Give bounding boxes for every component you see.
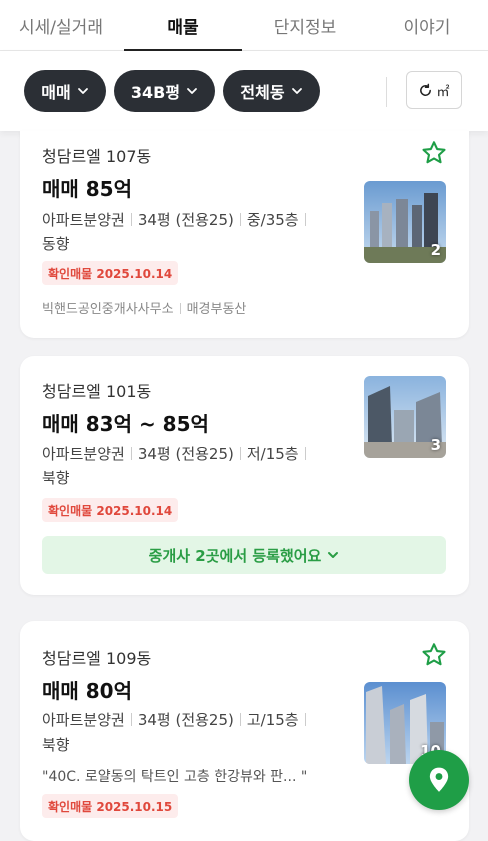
listing-photo[interactable]: 2 <box>364 181 446 263</box>
separator <box>239 713 241 726</box>
agent-list: 빅핸드공인중개사사무소 매경부동산 <box>42 298 246 317</box>
separator <box>239 447 241 460</box>
verified-badge: 확인매물 2025.10.14 <box>42 498 179 522</box>
listing-info: 아파트분양권 34평 (전용25) 중/35층 <box>42 207 312 233</box>
separator <box>130 713 132 726</box>
listing-type: 아파트분양권 <box>42 711 125 729</box>
separator <box>130 447 132 460</box>
trade-type-label: 매매 <box>41 83 71 102</box>
listing-type: 아파트분양권 <box>42 211 125 229</box>
listing-info: 아파트분양권 34평 (전용25) 고/15층 <box>42 707 312 733</box>
listing-price: 매매 85억 <box>42 177 132 201</box>
listing-name: 청담르엘 109동 <box>42 649 152 668</box>
listing-floor: 고/15층 <box>246 711 299 729</box>
listing-description: "40C. 로얄동의 탁트인 고층 한강뷰와 판... " <box>42 769 308 785</box>
separator <box>179 303 181 314</box>
size-filter[interactable]: 34B평 <box>114 70 215 112</box>
listing-direction: 동향 <box>42 235 70 253</box>
trade-type-filter[interactable]: 매매 <box>24 70 106 112</box>
chevron-down-icon <box>291 88 302 94</box>
agents-summary: 중개사 2곳에서 등록했어요 <box>148 546 322 565</box>
separator <box>304 713 306 726</box>
filter-divider <box>386 77 387 107</box>
filter-bar: 매매 34B평 전체동 ㎡ <box>0 51 488 131</box>
separator <box>304 447 306 460</box>
listing-direction: 북향 <box>42 736 70 754</box>
listing-size: 34평 (전용25) <box>137 211 234 229</box>
tab-price-history[interactable]: 시세/실거래 <box>0 0 122 50</box>
separator <box>304 213 306 226</box>
chevron-down-icon <box>187 88 197 94</box>
tab-complex-info[interactable]: 단지정보 <box>244 0 366 50</box>
listing-size: 34평 (전용25) <box>137 445 234 463</box>
listing-card[interactable]: 청담르엘 109동 매매 80억 아파트분양권 34평 (전용25) 고/15층 북… <box>20 621 469 841</box>
tab-label: 단지정보 <box>273 17 337 38</box>
listing-name: 청담르엘 107동 <box>42 147 152 166</box>
photo-count: 3 <box>430 436 441 454</box>
agents-expand-button[interactable]: 중개사 2곳에서 등록했어요 <box>42 536 446 574</box>
tab-label: 이야기 <box>403 17 451 38</box>
size-label: 34B평 <box>130 83 181 102</box>
separator <box>239 213 241 226</box>
listing-floor: 저/15층 <box>246 445 299 463</box>
verified-badge: 확인매물 2025.10.14 <box>42 261 179 285</box>
tab-label: 매물 <box>167 17 199 38</box>
listing-info: 아파트분양권 34평 (전용25) 저/15층 <box>42 441 312 467</box>
listing-size: 34평 (전용25) <box>137 711 234 729</box>
star-outline-icon[interactable] <box>420 139 448 167</box>
listing-direction: 북향 <box>42 469 70 487</box>
unit-toggle-button[interactable]: ㎡ <box>406 71 462 109</box>
separator <box>130 213 132 226</box>
listing-name: 청담르엘 101동 <box>42 382 152 401</box>
agent-name: 빅핸드공인중개사사무소 <box>42 302 174 317</box>
map-view-button[interactable] <box>409 750 469 810</box>
chevron-down-icon <box>77 88 88 94</box>
chevron-down-icon <box>328 552 339 558</box>
building-filter[interactable]: 전체동 <box>223 70 320 112</box>
tab-listings[interactable]: 매물 <box>122 0 244 51</box>
listing-price: 매매 83억 ~ 85억 <box>42 412 209 436</box>
verified-badge: 확인매물 2025.10.15 <box>42 794 179 818</box>
star-outline-icon[interactable] <box>420 641 448 669</box>
listing-price: 매매 80억 <box>42 679 132 703</box>
unit-label: ㎡ <box>436 84 450 100</box>
top-tab-bar: 시세/실거래 매물 단지정보 이야기 <box>0 0 488 51</box>
agent-name: 매경부동산 <box>186 302 247 317</box>
building-label: 전체동 <box>240 83 285 102</box>
refresh-icon <box>420 83 432 96</box>
listing-photo[interactable]: 3 <box>364 376 446 458</box>
listing-card[interactable]: 청담르엘 107동 매매 85억 아파트분양권 34평 (전용25) 중/35층 동… <box>20 131 469 338</box>
map-pin-icon <box>429 767 449 792</box>
listing-type: 아파트분양권 <box>42 445 125 463</box>
tab-label: 시세/실거래 <box>19 17 103 38</box>
listing-card[interactable]: 청담르엘 101동 매매 83억 ~ 85억 아파트분양권 34평 (전용25) 저… <box>20 356 469 595</box>
tab-stories[interactable]: 이야기 <box>366 0 488 50</box>
photo-count: 2 <box>430 241 441 259</box>
listing-floor: 중/35층 <box>246 211 299 229</box>
